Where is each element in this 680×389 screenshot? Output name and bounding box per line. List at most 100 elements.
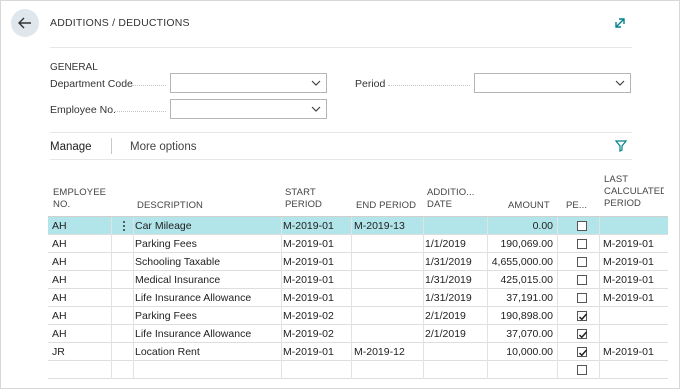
cell-last-calculated-period: M-2019-01 [603, 274, 654, 286]
row-checkbox[interactable] [577, 221, 587, 231]
field-leader [132, 85, 166, 86]
back-button[interactable] [11, 9, 39, 37]
cell-amount: 37,070.00 [506, 328, 553, 340]
cell-addition-date [425, 217, 487, 235]
cell-addition-date [425, 361, 487, 379]
table-row[interactable]: JR Location Rent M-2019-01 M-2019-12 10,000.… [48, 343, 668, 361]
cell-description: Parking Fees [135, 310, 197, 322]
vertical-ellipsis-icon[interactable] [122, 220, 126, 232]
cell-description: Car Mileage [135, 220, 192, 232]
cell-start-period: M-2019-01 [283, 274, 334, 286]
cell-addition-date: 1/31/2019 [425, 274, 472, 286]
column-divider [599, 217, 600, 379]
cell-employee-no: JR [52, 346, 65, 358]
cell-end-period [354, 289, 424, 307]
cell-employee-no: AH [52, 292, 67, 304]
cell-start-period: M-2019-01 [283, 346, 334, 358]
cell-amount: 0.00 [532, 220, 553, 232]
column-header-employee-no[interactable]: EMPLOYEE NO. [53, 187, 106, 211]
cell-description: Parking Fees [135, 238, 197, 250]
cell-employee-no [52, 361, 108, 379]
arrow-left-icon [18, 17, 31, 29]
employee-no-select[interactable] [170, 99, 327, 119]
row-checkbox[interactable] [577, 257, 587, 267]
cell-end-period: M-2019-12 [354, 346, 405, 358]
cell-amount: 37,191.00 [506, 292, 553, 304]
cell-end-period [354, 253, 424, 271]
cell-start-period: M-2019-01 [283, 220, 334, 232]
cell-employee-no: AH [52, 238, 67, 250]
cell-amount: 10,000.00 [506, 346, 553, 358]
cell-amount: 425,015.00 [500, 274, 553, 286]
chevron-down-icon [311, 106, 321, 112]
period-select[interactable] [474, 73, 631, 93]
column-divider [423, 217, 424, 379]
cell-employee-no: AH [52, 328, 67, 340]
table-row[interactable]: AH Parking Fees M-2019-02 2/1/2019 190,898.0… [48, 307, 668, 325]
manage-action[interactable]: Manage [50, 141, 92, 153]
expand-icon[interactable] [613, 16, 627, 30]
column-divider [281, 217, 282, 379]
column-header-addition-date[interactable]: ADDITIO... DATE [427, 187, 474, 211]
column-divider [133, 217, 134, 379]
cell-description: Life Insurance Allowance [135, 328, 252, 340]
table-row[interactable] [48, 361, 668, 379]
table-row[interactable]: AH Schooling Taxable M-2019-01 1/31/2019 4,6… [48, 253, 668, 271]
cell-amount: 190,069.00 [500, 238, 553, 250]
period-label: Period [355, 78, 386, 90]
column-header-start-period[interactable]: START PERIOD [285, 187, 322, 211]
table-row[interactable]: AH Car Mileage M-2019-01 M-2019-13 0.00 [48, 217, 668, 235]
cell-last-calculated-period: M-2019-01 [603, 346, 654, 358]
column-divider [557, 217, 558, 379]
cell-start-period [283, 361, 351, 379]
header-divider [50, 47, 632, 48]
table-row[interactable]: AH Life Insurance Allowance M-2019-02 2/1/2… [48, 325, 668, 343]
table-row[interactable]: AH Medical Insurance M-2019-01 1/31/2019 425… [48, 271, 668, 289]
filter-icon[interactable] [615, 140, 627, 152]
column-divider [111, 217, 112, 379]
employee-no-label: Employee No. [50, 104, 116, 116]
row-checkbox[interactable] [577, 293, 587, 303]
row-checkbox[interactable] [577, 347, 588, 357]
cell-last-calculated-period: M-2019-01 [603, 238, 654, 250]
row-checkbox[interactable] [577, 239, 587, 249]
cell-addition-date [425, 343, 487, 361]
cell-last-calculated-period [603, 361, 667, 379]
cell-description: Location Rent [135, 346, 200, 358]
cell-last-calculated-period: M-2019-01 [603, 292, 654, 304]
table-row[interactable]: AH Life Insurance Allowance M-2019-01 1/31/… [48, 289, 668, 307]
department-code-select[interactable] [170, 73, 327, 93]
more-options-action[interactable]: More options [130, 141, 196, 153]
cell-end-period [354, 271, 424, 289]
row-checkbox[interactable] [577, 365, 587, 375]
cell-employee-no: AH [52, 256, 67, 268]
additions-deductions-panel: ADDITIONS / DEDUCTIONS GENERAL Departmen… [0, 0, 680, 389]
column-header-last-calculated-period[interactable]: LAST CALCULATED PERIOD [604, 174, 664, 210]
cell-start-period: M-2019-01 [283, 256, 334, 268]
cell-start-period: M-2019-02 [283, 328, 334, 340]
row-checkbox[interactable] [577, 311, 588, 321]
column-header-description[interactable]: DESCRIPTION [137, 200, 203, 212]
column-header-amount[interactable]: AMOUNT [508, 200, 550, 212]
cell-addition-date: 2/1/2019 [425, 310, 466, 322]
cell-description: Life Insurance Allowance [135, 292, 252, 304]
cell-last-calculated-period: M-2019-01 [603, 256, 654, 268]
cell-last-calculated-period [603, 325, 667, 343]
cell-start-period: M-2019-01 [283, 292, 334, 304]
column-header-end-period[interactable]: END PERIOD [356, 200, 416, 212]
cell-description [135, 361, 280, 379]
cell-end-period: M-2019-13 [354, 220, 405, 232]
cell-addition-date: 1/31/2019 [425, 256, 472, 268]
page-title: ADDITIONS / DEDUCTIONS [50, 17, 190, 29]
chevron-down-icon [615, 80, 625, 86]
action-separator [111, 138, 112, 154]
cell-end-period [354, 307, 424, 325]
field-leader [115, 111, 166, 112]
cell-employee-no: AH [52, 220, 67, 232]
row-checkbox[interactable] [577, 329, 588, 339]
cell-end-period [354, 361, 424, 379]
column-header-pe[interactable]: PE... [566, 200, 587, 212]
table-row[interactable]: AH Parking Fees M-2019-01 1/1/2019 190,069.0… [48, 235, 668, 253]
row-checkbox[interactable] [577, 275, 587, 285]
chevron-down-icon [311, 80, 321, 86]
